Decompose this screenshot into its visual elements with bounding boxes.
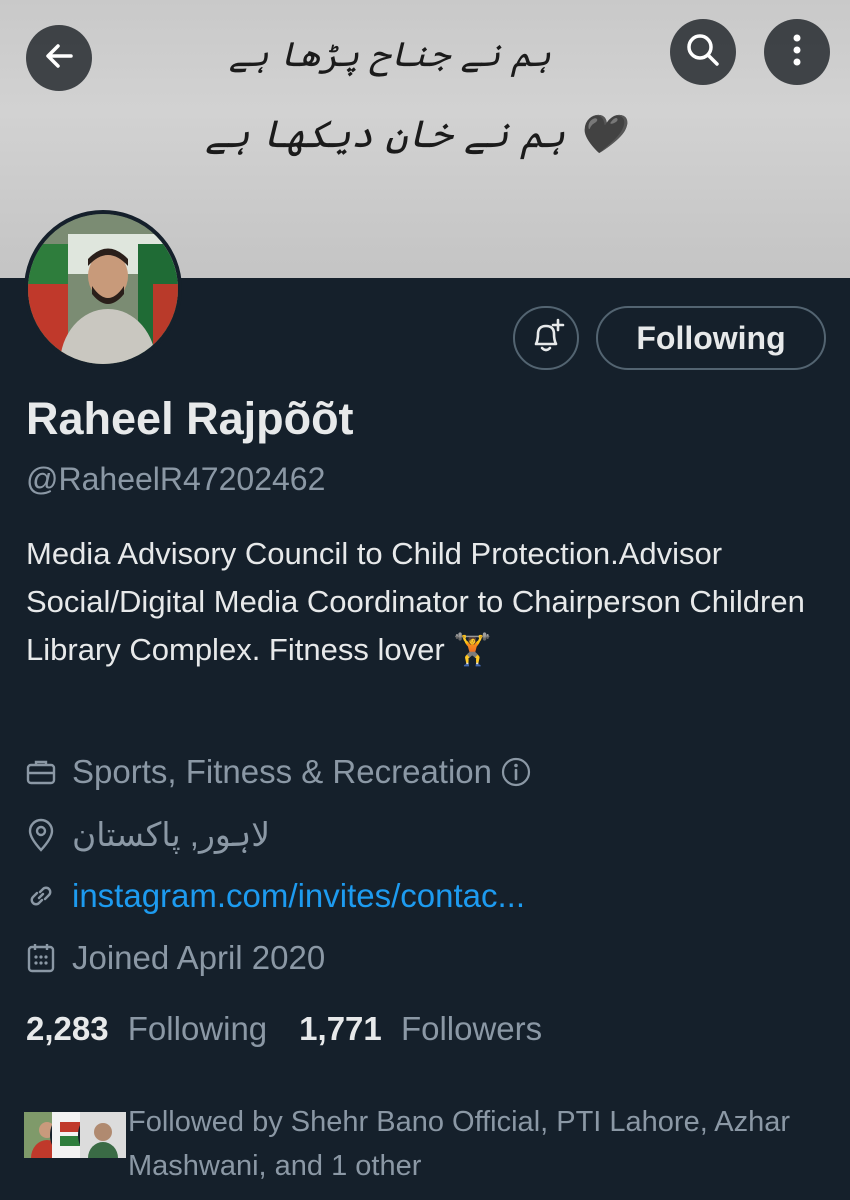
profile-stats: 2,283 Following 1,771 Followers xyxy=(26,1010,542,1048)
bell-plus-icon xyxy=(526,316,566,361)
profile-category: Sports, Fitness & Recreation xyxy=(24,753,532,791)
following-button-label: Following xyxy=(636,319,786,356)
search-icon xyxy=(683,30,723,75)
profile-location: لاہور, پاکستان xyxy=(24,815,270,854)
following-button[interactable]: Following xyxy=(596,306,826,370)
profile-name: Raheel Rajpõõt xyxy=(26,393,354,444)
followed-by-text: Followed by Shehr Bano Official, PTI Lah… xyxy=(128,1106,790,1182)
link-icon xyxy=(24,879,58,913)
more-vertical-icon xyxy=(791,32,803,73)
location-pin-icon xyxy=(24,818,58,852)
avatar[interactable] xyxy=(24,210,182,368)
website-link[interactable]: instagram.com/invites/contac... xyxy=(72,877,525,915)
following-stat[interactable]: 2,283 Following xyxy=(26,1010,267,1048)
location-text: لاہور, پاکستان xyxy=(72,816,271,853)
following-count: 2,283 xyxy=(26,1010,109,1047)
calendar-icon xyxy=(24,941,58,975)
briefcase-icon xyxy=(24,755,58,789)
followers-stat[interactable]: 1,771 Followers xyxy=(299,1010,542,1048)
info-icon[interactable] xyxy=(500,756,532,788)
followers-stat-label: Followers xyxy=(400,1010,543,1047)
more-button[interactable] xyxy=(764,19,830,85)
banner-text-line-2: ہم نے خان دیکھا ہے 🖤 xyxy=(205,112,625,156)
category-text: Sports, Fitness & Recreation xyxy=(72,753,493,790)
profile-joined: Joined April 2020 xyxy=(24,939,325,977)
notification-button[interactable] xyxy=(513,306,579,370)
profile-bio: Media Advisory Council to Child Protecti… xyxy=(26,536,805,667)
following-stat-label: Following xyxy=(127,1010,268,1047)
search-button[interactable] xyxy=(670,19,736,85)
profile-handle: @RaheelR47202462 xyxy=(26,461,326,497)
back-button[interactable] xyxy=(26,25,92,91)
profile-website[interactable]: instagram.com/invites/contac... xyxy=(24,877,525,915)
arrow-left-icon xyxy=(41,38,77,79)
joined-text: Joined April 2020 xyxy=(72,939,326,976)
follower-avatar-3 xyxy=(78,1110,128,1174)
followers-count: 1,771 xyxy=(299,1010,382,1047)
